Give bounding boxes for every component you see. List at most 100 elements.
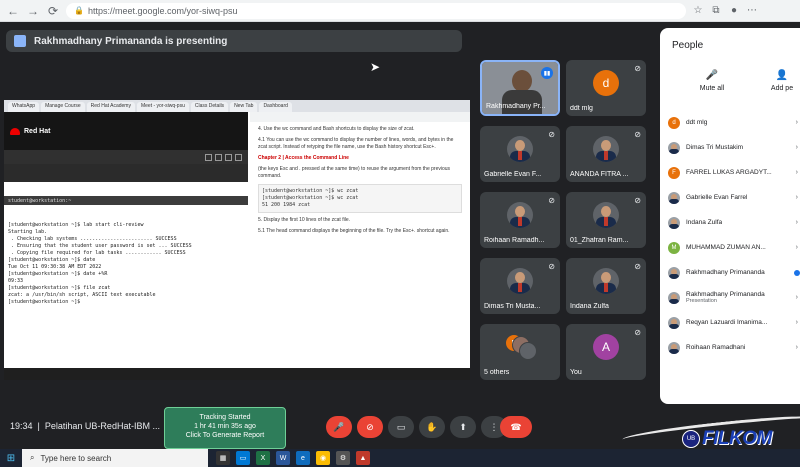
more-vert-icon: ⋮ bbox=[489, 421, 499, 432]
participant-avatar bbox=[668, 291, 680, 304]
hang-up-icon: ☎ bbox=[510, 421, 522, 432]
participant-tile[interactable]: ⊘ 01_Zhafran Ram... bbox=[566, 192, 646, 248]
terminal-line: . Ensuring that the student user passwor… bbox=[8, 243, 192, 249]
reload-icon[interactable]: ⟳ bbox=[46, 4, 60, 18]
settings-icon[interactable]: ⚙ bbox=[336, 451, 350, 465]
more-actions-icon[interactable]: › bbox=[796, 119, 798, 126]
participant-tile[interactable]: ⊘ Roihaan Ramadh... bbox=[480, 192, 560, 248]
shared-browser-tabs: WhatsApp Manage Course Red Hat Academy Meet… bbox=[4, 100, 470, 112]
avatar-tie bbox=[518, 283, 522, 292]
participant-row[interactable]: Roihaan Ramadhani › bbox=[660, 335, 800, 360]
participant-row-name-text: Gabrielle Evan Farrel bbox=[686, 194, 748, 201]
add-person-icon: 👤 bbox=[775, 70, 789, 81]
console-tool-icon bbox=[235, 153, 242, 161]
raise-hand-button[interactable]: ✋ bbox=[419, 416, 445, 438]
participant-row[interactable]: Rakhmadhany Primananda bbox=[660, 260, 800, 285]
presenting-text: Rakhmadhany Primananda is presenting bbox=[34, 35, 228, 47]
excel-icon[interactable]: X bbox=[256, 451, 270, 465]
participant-avatar bbox=[668, 341, 680, 354]
avatar-suit bbox=[669, 148, 679, 154]
back-icon[interactable]: ← bbox=[6, 4, 20, 18]
participant-name: 5 others bbox=[484, 369, 510, 376]
profile-icon[interactable]: ● bbox=[728, 5, 740, 16]
participant-avatar bbox=[668, 191, 680, 204]
windows-start-icon[interactable]: ⊞ bbox=[0, 449, 22, 467]
word-icon[interactable]: W bbox=[276, 451, 290, 465]
terminal-title: student@workstation:~ bbox=[4, 196, 248, 205]
more-actions-icon[interactable]: › bbox=[796, 219, 798, 226]
forward-icon[interactable]: → bbox=[26, 4, 40, 18]
more-actions-icon[interactable]: › bbox=[796, 169, 798, 176]
doc-paragraph: (the keys Esc and . pressed at the same … bbox=[258, 166, 451, 179]
participant-tile[interactable]: d ⊘ ddt mlg bbox=[566, 60, 646, 116]
terminal-line: [student@workstation ~]$ lab start cli-r… bbox=[8, 222, 144, 228]
participant-row-name-text: Roihaan Ramadhani bbox=[686, 344, 746, 351]
file-explorer-icon[interactable]: ▭ bbox=[236, 451, 250, 465]
terminal-line: [student@workstation ~]$ date bbox=[8, 257, 96, 263]
participant-row[interactable]: Reqyan Lazuardi Imanima... › bbox=[660, 310, 800, 335]
add-people-button[interactable]: 👤 Add pe bbox=[747, 70, 800, 92]
participant-avatar: F bbox=[668, 166, 680, 179]
more-actions-icon[interactable]: › bbox=[796, 319, 798, 326]
participant-name: Indana Zulfa bbox=[570, 303, 609, 310]
participant-row[interactable]: Indana Zulfa › bbox=[660, 210, 800, 235]
participant-row-name: Roihaan Ramadhani bbox=[686, 344, 745, 351]
more-actions-icon[interactable]: › bbox=[796, 294, 798, 301]
participant-avatar: M bbox=[668, 241, 680, 254]
participant-row[interactable]: Rakhmadhany Primananda Presentation › bbox=[660, 285, 800, 310]
task-view-icon[interactable]: ▦ bbox=[216, 451, 230, 465]
more-actions-icon[interactable]: › bbox=[796, 194, 798, 201]
address-bar[interactable]: 🔒 https://meet.google.com/yor-siwq-psu bbox=[66, 2, 686, 19]
extensions-icon[interactable]: ⧉ bbox=[710, 5, 722, 16]
avatar-face bbox=[515, 206, 525, 217]
participant-row[interactable]: d ddt mlg › bbox=[660, 110, 800, 135]
more-actions-icon[interactable]: › bbox=[796, 144, 798, 151]
hand-icon: ✋ bbox=[426, 421, 438, 432]
participant-avatar: d bbox=[668, 116, 680, 129]
star-icon[interactable]: ☆ bbox=[692, 5, 704, 16]
redhat-logo-icon bbox=[10, 127, 20, 135]
others-avatar-stack: F bbox=[505, 334, 537, 360]
participant-row-name: Rakhmadhany Primananda Presentation bbox=[686, 291, 765, 304]
more-actions-icon[interactable]: › bbox=[796, 344, 798, 351]
participant-row[interactable]: Dimas Tri Mustakim › bbox=[660, 135, 800, 160]
participant-tile[interactable]: ⊘ ANANDA FITRA ... bbox=[566, 126, 646, 182]
avatar-suit bbox=[669, 298, 679, 304]
shared-screen[interactable]: WhatsApp Manage Course Red Hat Academy Meet… bbox=[4, 100, 470, 380]
tracking-report-link: Click To Generate Report bbox=[185, 432, 265, 439]
participant-row[interactable]: F FARREL LUKAS ARGADYT... › bbox=[660, 160, 800, 185]
participant-tile[interactable]: ⊘ Indana Zulfa bbox=[566, 258, 646, 314]
doc-chapter: Chapter 2 | Access the Command Line bbox=[258, 155, 349, 161]
mic-toggle-button[interactable]: 🎤 bbox=[326, 416, 352, 438]
meeting-details[interactable]: 19:34 | Pelatihan UB-RedHat-IBM ... bbox=[10, 421, 160, 431]
participant-row[interactable]: Gabrielle Evan Farrel › bbox=[660, 185, 800, 210]
chrome-icon[interactable]: ◉ bbox=[316, 451, 330, 465]
doc-code-line: 51 200 1984 zcat bbox=[262, 202, 311, 208]
add-people-label: Add pe bbox=[770, 85, 794, 92]
participant-tile[interactable]: ⊘ Dimas Tri Musta... bbox=[480, 258, 560, 314]
console-tool-icon bbox=[205, 153, 212, 161]
taskbar-search[interactable]: ⌕ Type here to search bbox=[22, 449, 208, 467]
leave-call-button[interactable]: ☎ bbox=[500, 416, 532, 438]
shared-taskbar bbox=[4, 368, 470, 380]
camera-toggle-button[interactable]: ⊘ bbox=[357, 416, 383, 438]
tracking-widget[interactable]: Tracking Started 1 hr 41 min 35s ago Cli… bbox=[164, 407, 286, 449]
participant-tile[interactable]: ▮▮ Rakhmadhany Pr... bbox=[480, 60, 560, 116]
app-icon[interactable]: ▲ bbox=[356, 451, 370, 465]
participant-list: d ddt mlg › Dimas Tri Mustakim › F FARREL LUKA… bbox=[660, 110, 800, 360]
avatar-suit bbox=[669, 323, 679, 329]
mute-all-button[interactable]: 🎤 Mute all bbox=[677, 70, 747, 92]
participant-row[interactable]: M MUHAMMAD ZUMAN AN... › bbox=[660, 235, 800, 260]
edge-icon[interactable]: e bbox=[296, 451, 310, 465]
captions-button[interactable]: ▭ bbox=[388, 416, 414, 438]
present-button[interactable]: ⬆ bbox=[450, 416, 476, 438]
participant-tile[interactable]: A ⊘ You bbox=[566, 324, 646, 380]
mic-off-icon: ⊘ bbox=[548, 196, 555, 205]
screen-root: ← → ⟳ 🔒 https://meet.google.com/yor-siwq… bbox=[0, 0, 800, 467]
participant-tile[interactable]: ⊘ Gabrielle Evan F... bbox=[480, 126, 560, 182]
menu-icon[interactable]: ⋯ bbox=[746, 5, 758, 16]
participant-tile[interactable]: F 5 others bbox=[480, 324, 560, 380]
more-actions-icon[interactable]: › bbox=[796, 244, 798, 251]
meeting-time: 19:34 bbox=[10, 421, 33, 431]
video-person-head bbox=[512, 70, 532, 92]
